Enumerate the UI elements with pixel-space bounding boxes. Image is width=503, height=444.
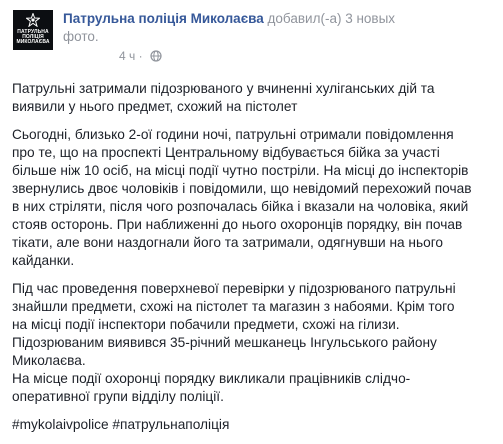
avatar-text-line3: МИКОЛАЄВА — [16, 39, 50, 45]
post-paragraph: Під час проведення поверхневої перевірки… — [12, 281, 456, 404]
meta-separator: · — [138, 49, 143, 63]
page-avatar[interactable]: ПАТРУЛЬНА ПОЛІЦІЯ МИКОЛАЄВА — [13, 10, 53, 50]
post-headline: Патрульні затримали підозрюваного у вчин… — [12, 81, 435, 114]
police-badge-icon — [26, 13, 40, 27]
post-paragraph: Сьогодні, близько 2-ої години ночі, патр… — [12, 127, 472, 268]
post-timestamp[interactable]: 4 ч — [119, 49, 135, 63]
post-hashtags[interactable]: #mykolaivpolice #патрульнаполіція — [12, 416, 492, 434]
page-name-link[interactable]: Патрульна поліція Миколаєва — [63, 11, 264, 26]
post-meta: 4 ч · — [119, 48, 162, 66]
post-body: Патрульні затримали підозрюваного у вчин… — [12, 80, 492, 434]
feed-post: ПАТРУЛЬНА ПОЛІЦІЯ МИКОЛАЄВА Патрульна по… — [0, 0, 503, 444]
post-header: Патрульна поліція Миколаєва добавил(-а) … — [63, 10, 493, 46]
post-action-text-cont[interactable]: фото. — [63, 29, 99, 44]
globe-icon[interactable] — [150, 50, 162, 66]
post-action-text: добавил(-а) 3 новых — [267, 11, 396, 26]
